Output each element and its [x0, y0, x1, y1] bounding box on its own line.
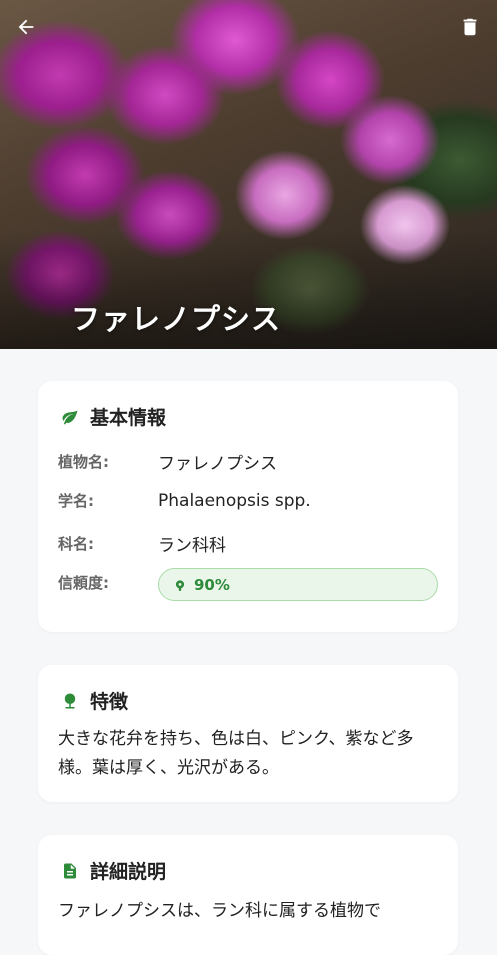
basic-info-card: 基本情報 植物名: ファレノプシス 学名: Phalaenopsis spp. … — [38, 381, 458, 632]
gear-badge-icon — [175, 579, 185, 591]
info-label: 科名: — [58, 535, 94, 553]
info-row-plant-name: 植物名: ファレノプシス — [58, 449, 277, 474]
info-value: ファレノプシス — [158, 454, 277, 474]
delete-button[interactable] — [455, 12, 485, 42]
leaf-icon — [60, 407, 80, 427]
confidence-value: 90% — [194, 575, 230, 594]
document-icon — [60, 861, 80, 881]
features-card: 特徴 大きな花弁を持ち、色は白、ピンク、紫など多様。葉は厚く、光沢がある。 — [38, 665, 458, 802]
arrow-left-icon — [18, 19, 34, 35]
details-card: 詳細説明 ファレノプシスは、ラン科に属する植物で — [38, 835, 458, 955]
confidence-label: 信頼度: — [58, 574, 109, 592]
features-text: 大きな花弁を持ち、色は白、ピンク、紫など多様。葉は厚く、光沢がある。 — [58, 729, 414, 778]
features-title: 特徴 — [90, 691, 129, 713]
plant-photo-header: ファレノプシス — [0, 0, 497, 349]
info-row-family: 科名: ラン科科 — [58, 531, 226, 556]
basic-info-title: 基本情報 — [90, 407, 167, 429]
back-button[interactable] — [11, 12, 41, 42]
tree-icon — [60, 691, 80, 711]
details-header: 詳細説明 — [60, 857, 166, 884]
info-label: 植物名: — [58, 453, 109, 471]
basic-info-header: 基本情報 — [60, 403, 166, 430]
trash-icon — [463, 18, 477, 36]
info-row-confidence: 信頼度: — [58, 572, 158, 593]
info-row-scientific-name: 学名: Phalaenopsis spp. — [58, 490, 311, 511]
details-text: ファレノプシスは、ラン科に属する植物で — [58, 901, 381, 921]
confidence-badge: 90% — [158, 568, 438, 601]
info-label: 学名: — [58, 492, 94, 510]
details-title: 詳細説明 — [90, 861, 167, 883]
features-header: 特徴 — [60, 687, 128, 714]
plant-title: ファレノプシス — [71, 302, 282, 336]
info-value: ラン科科 — [158, 536, 226, 556]
info-value: Phalaenopsis spp. — [158, 490, 311, 511]
